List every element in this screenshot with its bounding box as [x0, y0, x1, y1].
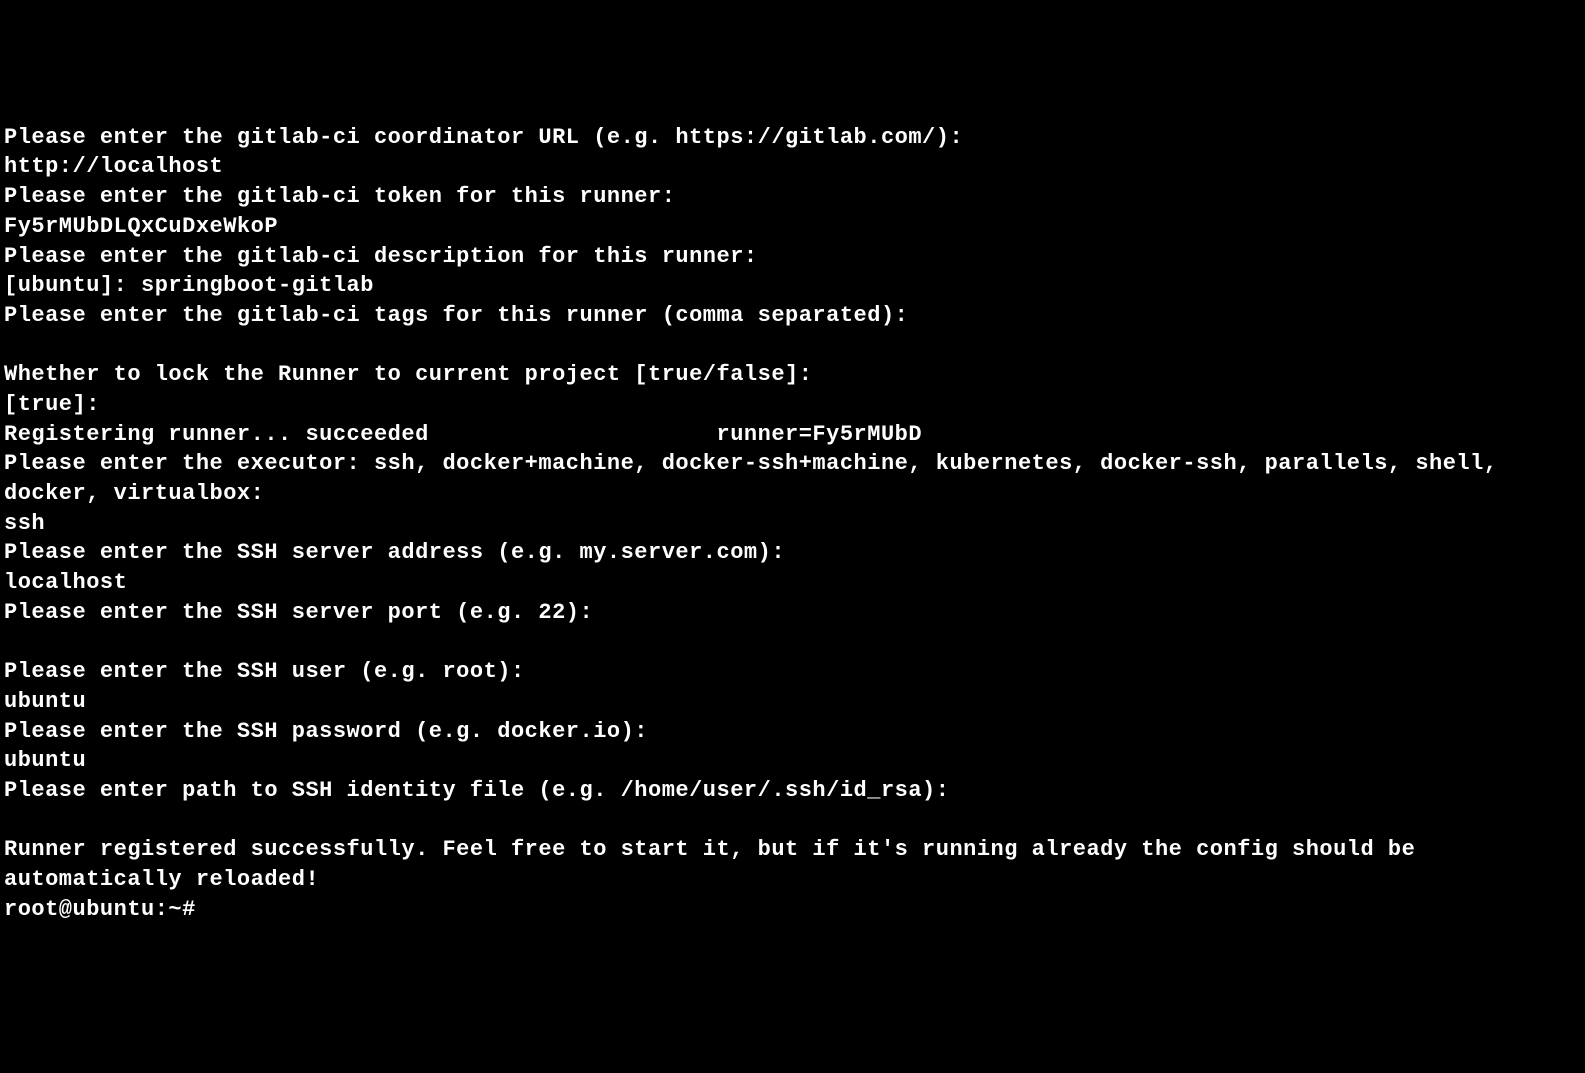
terminal-line: Please enter path to SSH identity file (… — [4, 778, 949, 803]
terminal-line: [ubuntu]: springboot-gitlab — [4, 273, 374, 298]
terminal-line: Please enter the SSH user (e.g. root): — [4, 659, 525, 684]
terminal-line: Fy5rMUbDLQxCuDxeWkoP — [4, 214, 278, 239]
terminal-line: http://localhost — [4, 154, 223, 179]
terminal-line: ssh — [4, 511, 45, 536]
terminal-line: Please enter the gitlab-ci coordinator U… — [4, 125, 963, 150]
terminal-line: Please enter the gitlab-ci tags for this… — [4, 303, 908, 328]
shell-prompt[interactable]: root@ubuntu:~# — [4, 897, 210, 922]
terminal-line: Please enter the SSH password (e.g. dock… — [4, 719, 648, 744]
terminal-line: Whether to lock the Runner to current pr… — [4, 362, 812, 387]
terminal-line: ubuntu — [4, 748, 86, 773]
terminal-line: Please enter the gitlab-ci token for thi… — [4, 184, 675, 209]
terminal-line: Registering runner... succeeded runner=F… — [4, 422, 922, 447]
terminal-line: Please enter the SSH server address (e.g… — [4, 540, 785, 565]
terminal-line: localhost — [4, 570, 127, 595]
terminal-line: Runner registered successfully. Feel fre… — [4, 837, 1429, 892]
terminal-line: ubuntu — [4, 689, 86, 714]
terminal-line: [true]: — [4, 392, 100, 417]
terminal-line: Please enter the executor: ssh, docker+m… — [4, 451, 1511, 506]
terminal-line: Please enter the SSH server port (e.g. 2… — [4, 600, 593, 625]
terminal-line: Please enter the gitlab-ci description f… — [4, 244, 758, 269]
terminal-output: Please enter the gitlab-ci coordinator U… — [4, 123, 1581, 925]
